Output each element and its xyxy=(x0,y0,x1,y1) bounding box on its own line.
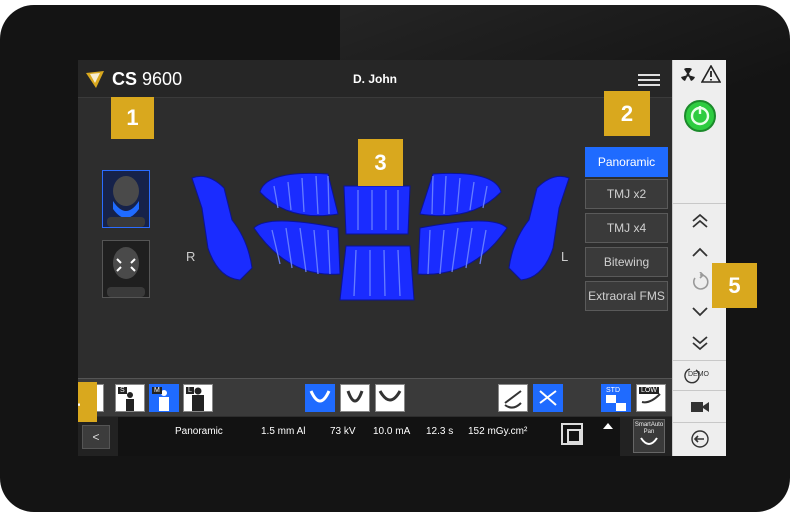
panel-divider xyxy=(673,390,726,391)
field-of-view-icon[interactable] xyxy=(561,423,583,445)
up-icon[interactable] xyxy=(673,238,726,266)
right-control-panel: DEMO xyxy=(672,60,726,456)
lower-right-teeth-region xyxy=(253,220,341,275)
bite-block-icon[interactable] xyxy=(498,384,528,412)
acquisition-parameters[interactable]: Panoramic 1.5 mm Al 73 kV 10.0 mA 12.3 s… xyxy=(118,417,620,456)
lower-left-teeth-region xyxy=(417,220,508,275)
patient-medium-icon[interactable]: M xyxy=(149,384,179,412)
upper-right-teeth-region xyxy=(259,172,339,217)
exam-type: Panoramic xyxy=(175,426,223,437)
time-value: 12.3 s xyxy=(426,426,454,437)
panel-divider xyxy=(673,422,726,423)
mode-button-tmj-x4[interactable]: TMJ x4 xyxy=(585,213,668,243)
arch-wide-icon[interactable] xyxy=(375,384,405,412)
exit-icon[interactable] xyxy=(673,426,726,452)
no-bite-block-icon[interactable] xyxy=(533,384,563,412)
patient-small-icon[interactable]: S xyxy=(115,384,145,412)
mode-button-extraoral-fms[interactable]: Extraoral FMS xyxy=(585,281,668,311)
upper-front-teeth-region xyxy=(343,185,411,235)
demo-icon[interactable]: DEMO xyxy=(673,364,726,386)
patient-name: D. John xyxy=(353,72,397,86)
panel-divider xyxy=(673,360,726,361)
kv-value: 73 kV xyxy=(330,426,356,437)
hamburger-menu-icon[interactable] xyxy=(638,74,660,86)
camera-icon[interactable] xyxy=(673,394,726,420)
screen: CS 9600 D. John R L Panoramic TMJ x2 TMJ… xyxy=(78,60,726,456)
smartauto-pan-button[interactable]: SmartAuto Pan xyxy=(633,419,665,453)
lower-front-teeth-region xyxy=(339,245,415,301)
arch-normal-icon[interactable] xyxy=(305,384,335,412)
cephalometric-face-icon[interactable] xyxy=(102,240,150,298)
exam-options-bar: S M L STD LOW xyxy=(78,378,672,416)
filter-value: 1.5 mm Al xyxy=(261,426,306,437)
double-down-icon[interactable] xyxy=(673,328,726,358)
warning-icon[interactable] xyxy=(699,64,723,84)
image-quality-low-icon[interactable]: LOW xyxy=(636,384,666,412)
patient-large-icon[interactable]: L xyxy=(183,384,213,412)
double-up-icon[interactable] xyxy=(673,206,726,236)
panoramic-face-icon[interactable] xyxy=(102,170,150,228)
callout-3: 3 xyxy=(358,139,403,186)
mode-button-bitewing[interactable]: Bitewing xyxy=(585,247,668,277)
top-bar: CS 9600 D. John xyxy=(78,60,672,98)
arch-narrow-icon[interactable] xyxy=(340,384,370,412)
ma-value: 10.0 mA xyxy=(373,426,411,437)
callout-4: 4 xyxy=(78,382,97,422)
status-bar: < Panoramic 1.5 mm Al 73 kV 10.0 mA 12.3… xyxy=(78,417,672,456)
right-mandible-region xyxy=(508,175,570,281)
callout-1: 1 xyxy=(111,97,154,139)
mode-button-tmj-x2[interactable]: TMJ x2 xyxy=(585,179,668,209)
callout-5: 5 xyxy=(712,263,757,308)
callout-2: 2 xyxy=(604,91,650,136)
radiation-icon xyxy=(677,66,699,84)
panel-divider xyxy=(673,203,726,204)
mode-button-panoramic[interactable]: Panoramic xyxy=(585,147,668,177)
back-button[interactable]: < xyxy=(82,425,110,449)
image-quality-std-icon[interactable]: STD xyxy=(601,384,631,412)
dental-arch-map[interactable] xyxy=(188,168,573,312)
app-area: CS 9600 D. John R L Panoramic TMJ x2 TMJ… xyxy=(78,60,672,456)
ready-button-icon[interactable] xyxy=(673,98,726,134)
left-mandible-region xyxy=(191,175,253,281)
expand-up-icon[interactable] xyxy=(603,423,613,429)
demo-label: DEMO xyxy=(688,371,709,378)
dose-value: 152 mGy.cm² xyxy=(468,426,528,437)
